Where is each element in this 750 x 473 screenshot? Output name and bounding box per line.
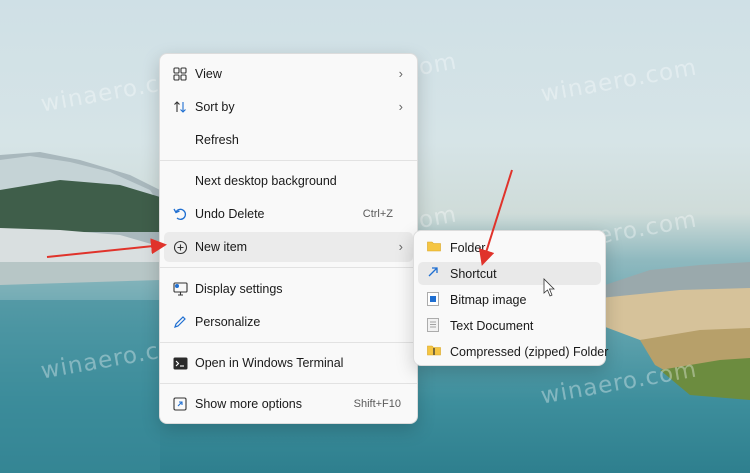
undo-icon xyxy=(172,206,188,222)
menu-item-label: Personalize xyxy=(195,315,261,329)
shortcut-arrow-icon xyxy=(427,266,441,280)
menu-separator xyxy=(160,267,417,268)
grid-view-icon xyxy=(172,66,188,82)
menu-item-label: Sort by xyxy=(195,100,235,114)
chevron-right-icon: › xyxy=(398,66,403,81)
menu-item-label: Next desktop background xyxy=(195,174,337,188)
chevron-right-icon: › xyxy=(398,99,403,114)
menu-item-refresh[interactable]: Refresh xyxy=(164,125,413,155)
folder-icon xyxy=(427,240,441,254)
menu-item-label: Display settings xyxy=(195,282,283,296)
submenu-item-compressed-folder[interactable]: Compressed (zipped) Folder xyxy=(418,340,608,363)
zip-folder-icon xyxy=(427,344,441,358)
display-icon xyxy=(172,281,188,297)
plus-circle-icon xyxy=(172,239,188,255)
menu-item-view[interactable]: View › xyxy=(164,59,413,89)
new-item-submenu: Folder Shortcut Bitmap image Text Docume… xyxy=(413,230,608,366)
terminal-icon xyxy=(172,355,188,371)
menu-item-show-more-options[interactable]: Show more options Shift+F10 xyxy=(164,389,413,419)
desktop-context-menu: View › Sort by › Refresh Next desktop ba… xyxy=(159,53,418,424)
menu-item-label: Refresh xyxy=(195,133,239,147)
sort-icon xyxy=(172,99,188,115)
menu-item-display-settings[interactable]: Display settings xyxy=(164,274,413,304)
menu-separator xyxy=(160,383,417,384)
submenu-item-bitmap-image[interactable]: Bitmap image xyxy=(418,288,601,311)
menu-item-label: View xyxy=(195,67,222,81)
menu-separator xyxy=(160,342,417,343)
submenu-item-label: Folder xyxy=(450,241,486,255)
shortcut-text: Shift+F10 xyxy=(353,398,401,410)
more-options-icon xyxy=(172,396,188,412)
menu-item-sort-by[interactable]: Sort by › xyxy=(164,92,413,122)
menu-item-personalize[interactable]: Personalize xyxy=(164,307,413,337)
submenu-item-shortcut[interactable]: Shortcut xyxy=(418,262,601,285)
submenu-item-label: Compressed (zipped) Folder xyxy=(450,345,609,359)
submenu-item-text-document[interactable]: Text Document xyxy=(418,314,601,337)
submenu-item-folder[interactable]: Folder xyxy=(418,236,601,259)
menu-item-label: New item xyxy=(195,240,248,254)
menu-item-label: Open in Windows Terminal xyxy=(195,356,344,370)
menu-item-label: Show more options xyxy=(195,397,303,411)
shortcut-text: Ctrl+Z xyxy=(362,208,393,220)
submenu-item-label: Text Document xyxy=(450,319,534,333)
menu-item-next-desktop-background[interactable]: Next desktop background xyxy=(164,166,413,196)
submenu-item-label: Bitmap image xyxy=(450,293,527,307)
chevron-right-icon: › xyxy=(398,239,403,254)
submenu-item-label: Shortcut xyxy=(450,267,497,281)
menu-separator xyxy=(160,160,417,161)
menu-item-undo-delete[interactable]: Undo Delete Ctrl+Z xyxy=(164,199,413,229)
bitmap-icon xyxy=(427,292,441,306)
menu-item-new-item[interactable]: New item › xyxy=(164,232,413,262)
pen-icon xyxy=(172,314,188,330)
menu-item-label: Undo Delete xyxy=(195,207,265,221)
menu-item-open-in-windows-terminal[interactable]: Open in Windows Terminal xyxy=(164,348,413,378)
text-document-icon xyxy=(427,318,441,332)
